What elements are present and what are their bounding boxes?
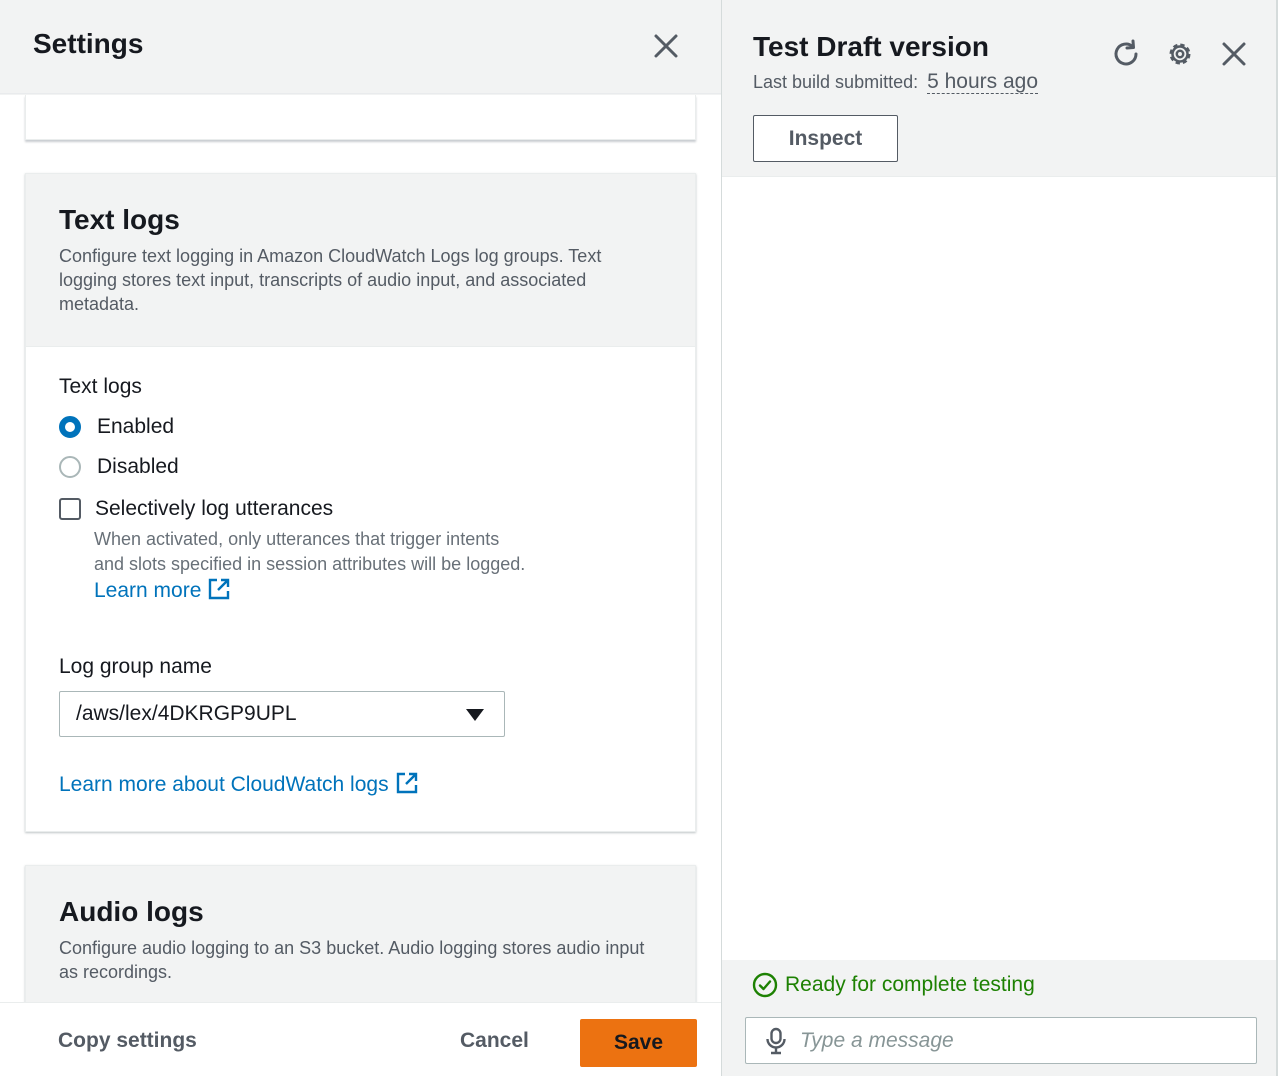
caret-down-icon — [466, 709, 484, 721]
external-link-icon — [209, 578, 230, 600]
settings-header: Settings — [0, 0, 721, 94]
selective-log-checkbox[interactable] — [59, 498, 81, 520]
cloudwatch-link-label: Learn more about CloudWatch logs — [59, 773, 389, 796]
close-settings-button[interactable] — [649, 29, 683, 63]
radio-button-checked[interactable] — [59, 416, 81, 438]
test-panel: Test Draft version Last build submitted:… — [722, 0, 1278, 1076]
close-icon — [654, 34, 678, 58]
audio-logs-description: Configure audio logging to an S3 bucket.… — [59, 938, 645, 982]
test-panel-footer: Ready for complete testing — [722, 960, 1276, 1076]
refresh-icon — [1114, 39, 1138, 66]
radio-disabled-label: Disabled — [97, 455, 179, 478]
external-link-icon — [396, 772, 417, 794]
close-icon — [1222, 42, 1246, 66]
chat-transcript-area[interactable] — [722, 178, 1276, 960]
selective-log-help: When activated, only utterances that tri… — [94, 527, 534, 604]
radio-button-unchecked[interactable] — [59, 456, 81, 478]
radio-enabled-label: Enabled — [97, 415, 175, 438]
text-logs-heading: Text logs — [59, 204, 180, 235]
message-input[interactable] — [800, 1018, 1250, 1063]
message-input-container[interactable] — [745, 1017, 1257, 1064]
microphone-icon[interactable] — [764, 1027, 788, 1055]
settings-footer: Copy settings Cancel Save — [0, 1002, 721, 1076]
settings-title: Settings — [33, 28, 144, 59]
log-group-value: /aws/lex/4DKRGP9UPL — [76, 702, 297, 725]
radio-disabled[interactable]: Disabled — [59, 455, 179, 479]
build-info: Last build submitted: 5 hours ago — [753, 70, 1039, 94]
radio-enabled[interactable]: Enabled — [59, 415, 174, 439]
text-logs-field-label: Text logs — [59, 375, 142, 398]
previous-card-bottom — [25, 95, 696, 140]
copy-settings-button[interactable]: Copy settings — [58, 1029, 197, 1053]
cancel-button[interactable]: Cancel — [460, 1029, 529, 1053]
selective-log-label: Selectively log utterances — [95, 497, 334, 520]
settings-scroll-area[interactable]: Text logs Configure text logging in Amaz… — [0, 95, 721, 1002]
cloudwatch-logs-link[interactable]: Learn more about CloudWatch logs — [59, 771, 419, 797]
learn-more-link[interactable]: Learn more — [94, 578, 231, 602]
settings-panel: Settings Text logs Configure text loggin… — [0, 0, 721, 1076]
test-panel-title: Test Draft version — [753, 31, 989, 62]
build-label: Last build submitted: — [753, 72, 919, 92]
learn-more-label: Learn more — [94, 579, 202, 602]
audio-logs-heading: Audio logs — [59, 896, 204, 927]
refresh-button[interactable] — [1110, 38, 1142, 70]
selective-log-checkbox-row[interactable]: Selectively log utterances — [59, 497, 333, 521]
close-test-panel-button[interactable] — [1218, 38, 1250, 70]
check-circle-icon — [752, 972, 778, 998]
test-panel-header: Test Draft version Last build submitted:… — [722, 0, 1276, 177]
gear-icon — [1169, 43, 1191, 65]
status-indicator: Ready for complete testing — [752, 972, 1035, 998]
log-group-label: Log group name — [59, 655, 212, 678]
selective-log-help-text: When activated, only utterances that tri… — [94, 529, 526, 574]
text-logs-card: Text logs Configure text logging in Amaz… — [25, 173, 696, 832]
audio-logs-card: Audio logs Configure audio logging to an… — [25, 865, 696, 1002]
inspect-button[interactable]: Inspect — [753, 115, 898, 162]
settings-gear-button[interactable] — [1164, 38, 1196, 70]
audio-logs-card-header: Audio logs Configure audio logging to an… — [26, 866, 695, 1002]
status-text: Ready for complete testing — [785, 973, 1035, 996]
log-group-select[interactable]: /aws/lex/4DKRGP9UPL — [59, 691, 505, 737]
text-logs-card-header: Text logs Configure text logging in Amaz… — [26, 174, 695, 347]
text-logs-description: Configure text logging in Amazon CloudWa… — [59, 246, 602, 314]
save-button[interactable]: Save — [580, 1019, 697, 1067]
build-time[interactable]: 5 hours ago — [927, 70, 1039, 94]
